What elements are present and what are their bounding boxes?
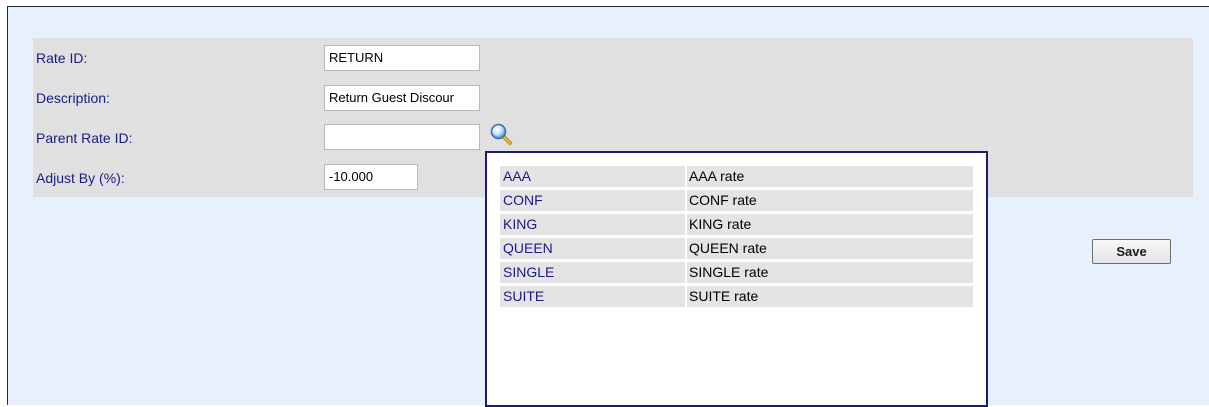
lookup-row[interactable]: KING KING rate [500, 214, 973, 238]
parent-rate-id-label: Parent Rate ID: [36, 130, 133, 146]
parent-rate-lookup-popup: AAA AAA rate CONF CONF rate KING KING ra… [485, 151, 988, 407]
lookup-row-code: CONF [503, 192, 543, 208]
lookup-row-description: AAA rate [689, 168, 745, 184]
lookup-row[interactable]: CONF CONF rate [500, 190, 973, 214]
lookup-row[interactable]: QUEEN QUEEN rate [500, 238, 973, 262]
lookup-row-description: QUEEN rate [689, 240, 767, 256]
rate-id-field[interactable]: RETURN [324, 45, 480, 71]
adjust-by-field[interactable]: -10.000 [324, 164, 418, 190]
column-divider [685, 190, 687, 211]
lookup-row-code: SUITE [503, 288, 545, 304]
parent-rate-id-field[interactable] [324, 124, 480, 150]
column-divider [685, 286, 687, 307]
lookup-row-code: SINGLE [503, 264, 555, 280]
save-button[interactable]: Save [1092, 239, 1171, 264]
column-divider [685, 262, 687, 283]
rate-id-label: Rate ID: [36, 50, 88, 66]
column-divider [685, 166, 687, 187]
lookup-row[interactable]: SUITE SUITE rate [500, 286, 973, 310]
description-label: Description: [36, 90, 110, 106]
column-divider [685, 238, 687, 259]
lookup-row-description: KING rate [689, 216, 752, 232]
lookup-row-description: SUITE rate [689, 288, 759, 304]
lookup-row-description: CONF rate [689, 192, 757, 208]
lookup-row[interactable]: AAA AAA rate [500, 166, 973, 190]
lookup-row-code: QUEEN [503, 240, 553, 256]
description-field[interactable]: Return Guest Discour [324, 85, 480, 111]
column-divider [685, 214, 687, 235]
lookup-row[interactable]: SINGLE SINGLE rate [500, 262, 973, 286]
lookup-row-code: AAA [503, 168, 532, 184]
lookup-row-description: SINGLE rate [689, 264, 769, 280]
magnifier-search-icon[interactable] [489, 122, 513, 146]
adjust-by-label: Adjust By (%): [36, 170, 125, 186]
lookup-row-code: KING [503, 216, 538, 232]
